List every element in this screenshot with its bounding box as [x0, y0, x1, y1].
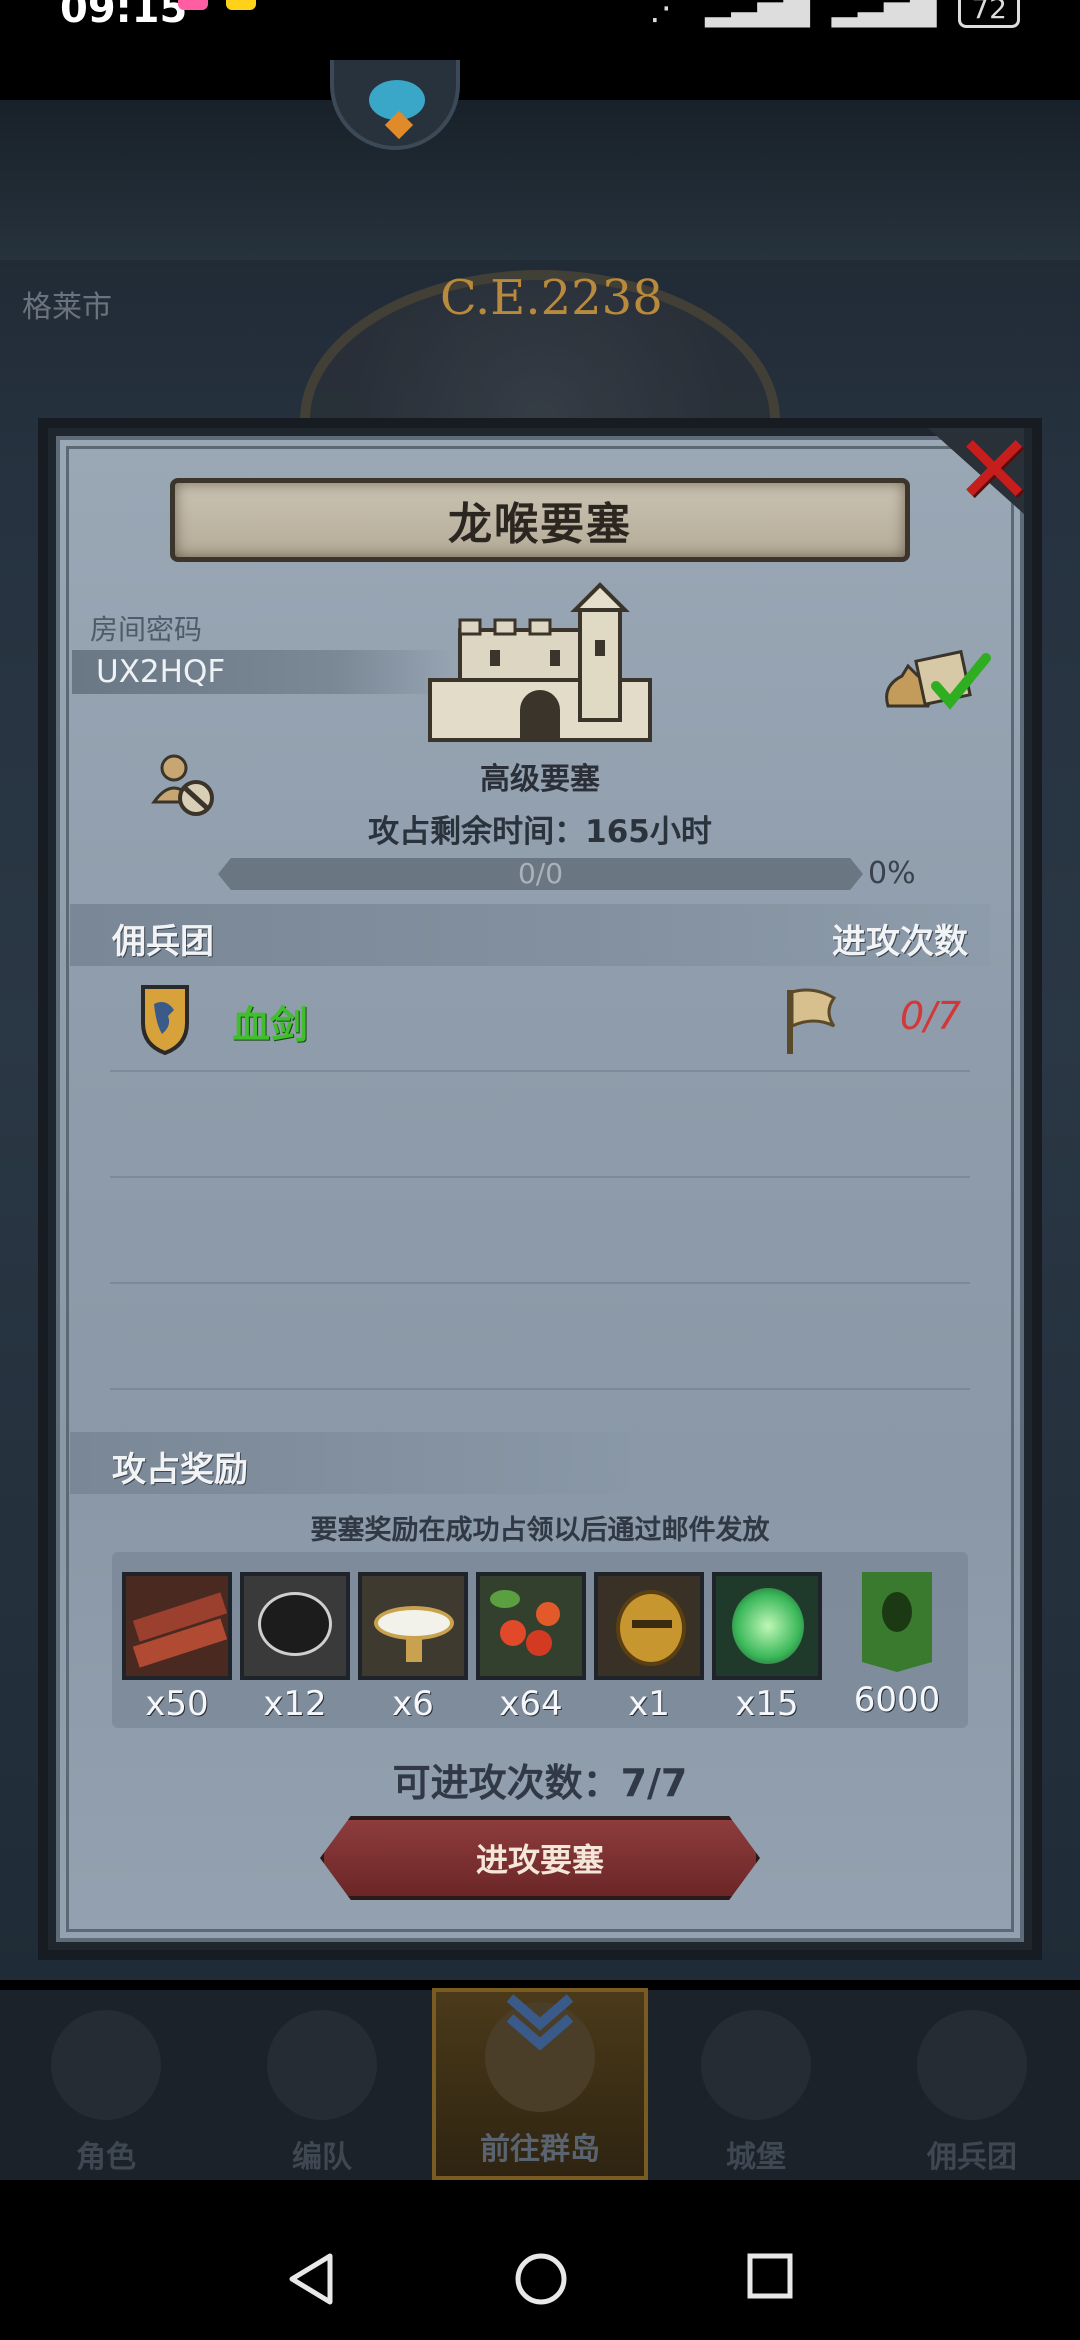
- reward-qty: x1: [628, 1684, 670, 1724]
- reward-qty: x15: [735, 1684, 799, 1724]
- mercenary-header: 佣兵团: [112, 922, 214, 962]
- reward-qty: x12: [263, 1684, 327, 1724]
- chevron-down-icon: [506, 1994, 574, 2050]
- battery-icon: 72: [958, 0, 1020, 28]
- city-label: 格莱市: [22, 290, 112, 325]
- reward-item[interactable]: x64: [476, 1572, 586, 1724]
- attack-fortress-button[interactable]: 进攻要塞: [320, 1816, 760, 1900]
- wood-planks-icon: [122, 1572, 232, 1680]
- nav-label: 城堡: [726, 2140, 786, 2175]
- room-code-value[interactable]: UX2HQF: [96, 654, 225, 690]
- signal-icon: ▂▃▅▆: [705, 0, 810, 28]
- attack-fortress-label: 进攻要塞: [475, 1841, 604, 1879]
- nav-label: 佣兵团: [927, 2140, 1017, 2175]
- status-time: 09:15: [60, 0, 188, 32]
- reward-item[interactable]: 6000: [842, 1572, 952, 1720]
- nav-character[interactable]: 角色: [6, 2000, 206, 2180]
- capture-time-remaining: 攻占剩余时间：165小时: [368, 814, 712, 850]
- room-code-label: 房间密码: [90, 613, 203, 646]
- close-icon: ✕: [954, 414, 1035, 526]
- nav-mercenary[interactable]: 佣兵团: [872, 2000, 1072, 2180]
- row-divider: [110, 1070, 970, 1072]
- nav-castle[interactable]: 城堡: [656, 2000, 856, 2180]
- wolf-shield-icon: [141, 985, 189, 1056]
- game-top-bar: [0, 100, 1080, 260]
- wifi-icon: ⋰: [649, 0, 684, 28]
- milk-bowl-icon: [358, 1572, 468, 1680]
- mercenary-name[interactable]: 血剑: [232, 994, 308, 1049]
- mercenary-attack-count: 0/7: [900, 994, 962, 1038]
- nav-label: 角色: [76, 2140, 136, 2175]
- notification-icon: [226, 0, 256, 10]
- no-entry-person-icon[interactable]: [148, 750, 218, 820]
- notification-icon: [178, 0, 208, 10]
- fortress-type-label: 高级要塞: [480, 762, 600, 797]
- reward-item[interactable]: x50: [122, 1572, 232, 1724]
- knight-icon: [51, 2010, 161, 2120]
- row-divider: [110, 1282, 970, 1284]
- nav-label: 编队: [292, 2140, 352, 2175]
- recent-apps-icon[interactable]: [746, 2252, 794, 2300]
- reward-item[interactable]: x15: [712, 1572, 822, 1724]
- capture-progress-percent: 0%: [868, 856, 916, 891]
- row-divider: [110, 1176, 970, 1178]
- attack-count-header: 进攻次数: [832, 922, 968, 962]
- signal-icon: ▂▃▅▆: [831, 0, 937, 28]
- castle-icon: [701, 2010, 811, 2120]
- reward-item[interactable]: x12: [240, 1572, 350, 1724]
- reward-item[interactable]: x1: [594, 1572, 704, 1724]
- reward-qty: 6000: [853, 1680, 941, 1720]
- attempts-remaining: 可进攻次数：7/7: [392, 1761, 688, 1805]
- status-icons: ⋰ ▂▃▅▆ ▂▃▅▆ 72: [649, 0, 1020, 28]
- reward-qty: x6: [392, 1684, 434, 1724]
- truffle-icon: [240, 1572, 350, 1680]
- green-tree-spirit-icon: [712, 1572, 822, 1680]
- loot-collected-icon[interactable]: [878, 646, 998, 716]
- guild-banner-icon: [862, 1572, 932, 1672]
- reward-qty: x64: [499, 1684, 563, 1724]
- soldier-icon: [917, 2010, 1027, 2120]
- era-label: C.E.2238: [440, 270, 663, 326]
- berries-icon: [476, 1572, 586, 1680]
- home-icon[interactable]: [514, 2252, 568, 2306]
- capture-progress-text: 0/0: [517, 857, 564, 890]
- golden-helmet-icon: [594, 1572, 704, 1680]
- row-divider: [110, 1388, 970, 1390]
- close-button[interactable]: ✕: [904, 412, 1034, 522]
- dialog-title-banner: 龙喉要塞: [170, 478, 910, 562]
- castle-icon: [428, 582, 652, 742]
- helmet-icon: [267, 2010, 377, 2120]
- reward-qty: x50: [145, 1684, 209, 1724]
- reward-note: 要塞奖励在成功占领以后通过邮件发放: [310, 1515, 770, 1546]
- nav-formation[interactable]: 编队: [222, 2000, 422, 2180]
- reward-header: 攻占奖励: [112, 1450, 248, 1490]
- dialog-title: 龙喉要塞: [448, 499, 632, 550]
- reward-item[interactable]: x6: [358, 1572, 468, 1724]
- flag-icon: [787, 988, 837, 1054]
- back-icon[interactable]: [286, 2252, 336, 2306]
- status-bar: 09:15 ⋰ ▂▃▅▆ ▂▃▅▆ 72: [0, 0, 1080, 100]
- nav-label: 前往群岛: [480, 2132, 600, 2167]
